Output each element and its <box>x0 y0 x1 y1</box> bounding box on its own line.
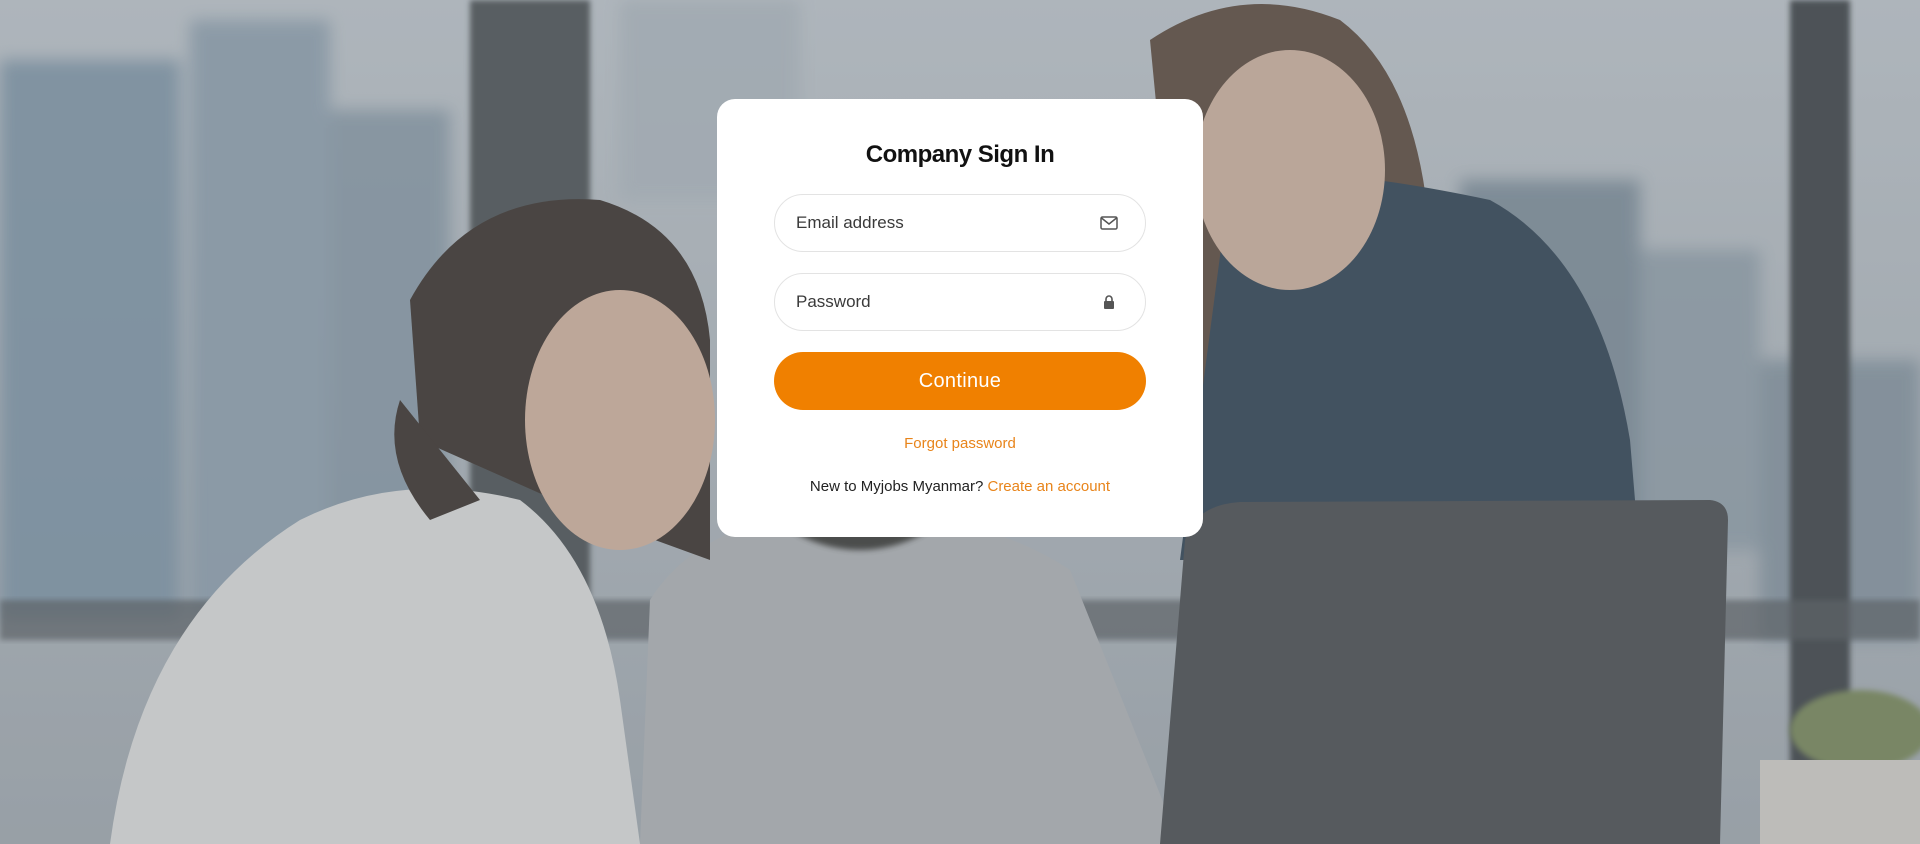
lock-icon <box>1099 292 1119 312</box>
email-field-wrapper <box>774 194 1146 252</box>
signup-prompt-text: New to Myjobs Myanmar? <box>809 478 988 495</box>
sign-in-card: Company Sign In Continue Forgot password… <box>717 99 1203 537</box>
forgot-password-link[interactable]: Forgot password <box>717 435 1203 452</box>
signup-prompt: New to Myjobs Myanmar? Create an account <box>717 478 1203 495</box>
email-input[interactable] <box>775 195 1145 251</box>
page-title: Company Sign In <box>865 141 1055 168</box>
password-field-wrapper <box>774 273 1146 331</box>
create-account-link[interactable]: Create an account <box>987 478 1110 495</box>
continue-button[interactable]: Continue <box>774 352 1146 410</box>
envelope-icon <box>1099 213 1119 233</box>
password-input[interactable] <box>775 274 1145 330</box>
